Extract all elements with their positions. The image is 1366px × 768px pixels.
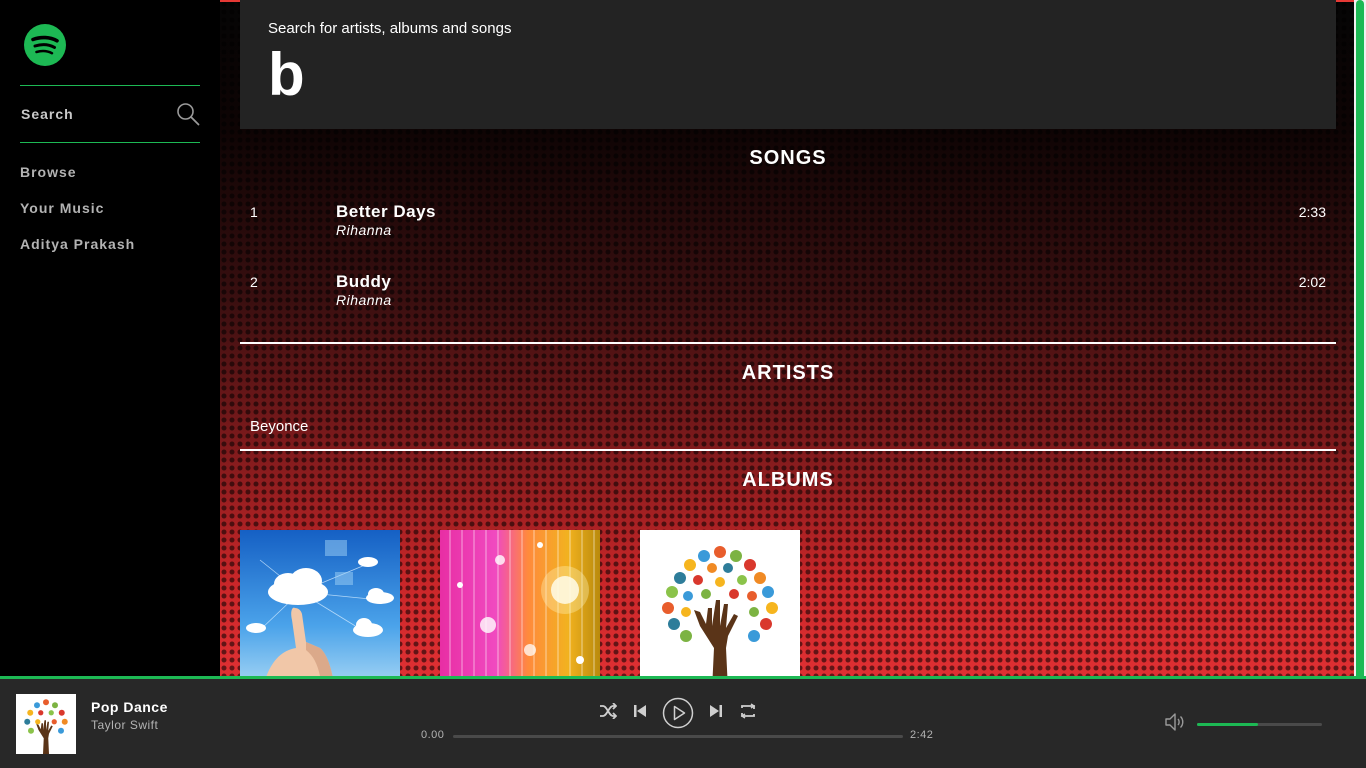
repeat-icon[interactable] <box>738 701 758 721</box>
cloud-touch-art <box>240 530 400 676</box>
search-query-input[interactable]: b <box>268 40 305 110</box>
search-label[interactable]: Search <box>20 106 74 122</box>
search-panel[interactable]: Search for artists, albums and songs b <box>240 0 1336 129</box>
album-card-cloud-touch[interactable] <box>240 530 400 676</box>
songs-heading: SONGS <box>749 147 827 169</box>
sidebar-divider <box>20 142 200 143</box>
song-number: 1 <box>250 204 258 220</box>
spotify-logo-icon[interactable] <box>24 24 66 66</box>
progress-bar[interactable] <box>453 735 903 738</box>
window-accent <box>220 0 240 2</box>
scrollbar-thumb[interactable] <box>1356 0 1364 715</box>
elapsed-time: 0.00 <box>421 729 445 741</box>
play-icon[interactable] <box>662 697 694 729</box>
song-row[interactable]: 1 Better Days Rihanna 2:33 <box>240 202 1336 252</box>
previous-icon[interactable] <box>630 701 650 721</box>
sidebar-search[interactable]: Search <box>20 100 200 128</box>
volume-icon[interactable] <box>1164 712 1186 732</box>
handprint-tree-art <box>16 694 76 754</box>
song-artist[interactable]: Rihanna <box>336 292 392 308</box>
volume-level <box>1197 723 1259 726</box>
section-divider <box>240 449 1336 451</box>
album-card-sparkle-lights[interactable] <box>440 530 600 676</box>
song-title[interactable]: Better Days <box>336 202 436 222</box>
shuffle-icon[interactable] <box>598 701 618 721</box>
song-number: 2 <box>250 274 258 290</box>
song-artist[interactable]: Rihanna <box>336 222 392 238</box>
sidebar: Search Browse Your Music Aditya Prakash <box>0 0 220 676</box>
sidebar-divider <box>20 85 200 86</box>
sparkle-lights-art <box>440 530 600 676</box>
total-time: 2:42 <box>910 729 934 741</box>
now-playing-art[interactable] <box>16 694 76 754</box>
sidebar-item-your-music[interactable]: Your Music <box>20 200 104 216</box>
main-content: Search for artists, albums and songs b S… <box>220 0 1354 676</box>
now-playing-artist[interactable]: Taylor Swift <box>91 718 158 732</box>
song-title[interactable]: Buddy <box>336 272 391 292</box>
song-duration: 2:33 <box>1298 204 1326 220</box>
handprint-tree-art <box>640 530 800 676</box>
song-row[interactable]: 2 Buddy Rihanna 2:02 <box>240 272 1336 322</box>
now-playing-title[interactable]: Pop Dance <box>91 699 168 715</box>
artist-item[interactable]: Beyonce <box>250 418 308 435</box>
next-icon[interactable] <box>706 701 726 721</box>
artists-heading: ARTISTS <box>741 362 835 384</box>
song-duration: 2:02 <box>1298 274 1326 290</box>
window-accent <box>1336 0 1354 2</box>
search-hint: Search for artists, albums and songs <box>268 20 512 37</box>
search-icon[interactable] <box>176 102 200 126</box>
app-window: Search Browse Your Music Aditya Prakash … <box>0 0 1366 768</box>
sidebar-item-browse[interactable]: Browse <box>20 164 77 180</box>
sidebar-item-profile[interactable]: Aditya Prakash <box>20 236 135 252</box>
album-card-handprint-tree[interactable] <box>640 530 800 676</box>
player-bar: Pop Dance Taylor Swift 0.00 2:42 <box>0 676 1366 768</box>
albums-heading: ALBUMS <box>742 469 834 491</box>
volume-slider[interactable] <box>1197 723 1322 726</box>
section-divider <box>240 342 1336 344</box>
